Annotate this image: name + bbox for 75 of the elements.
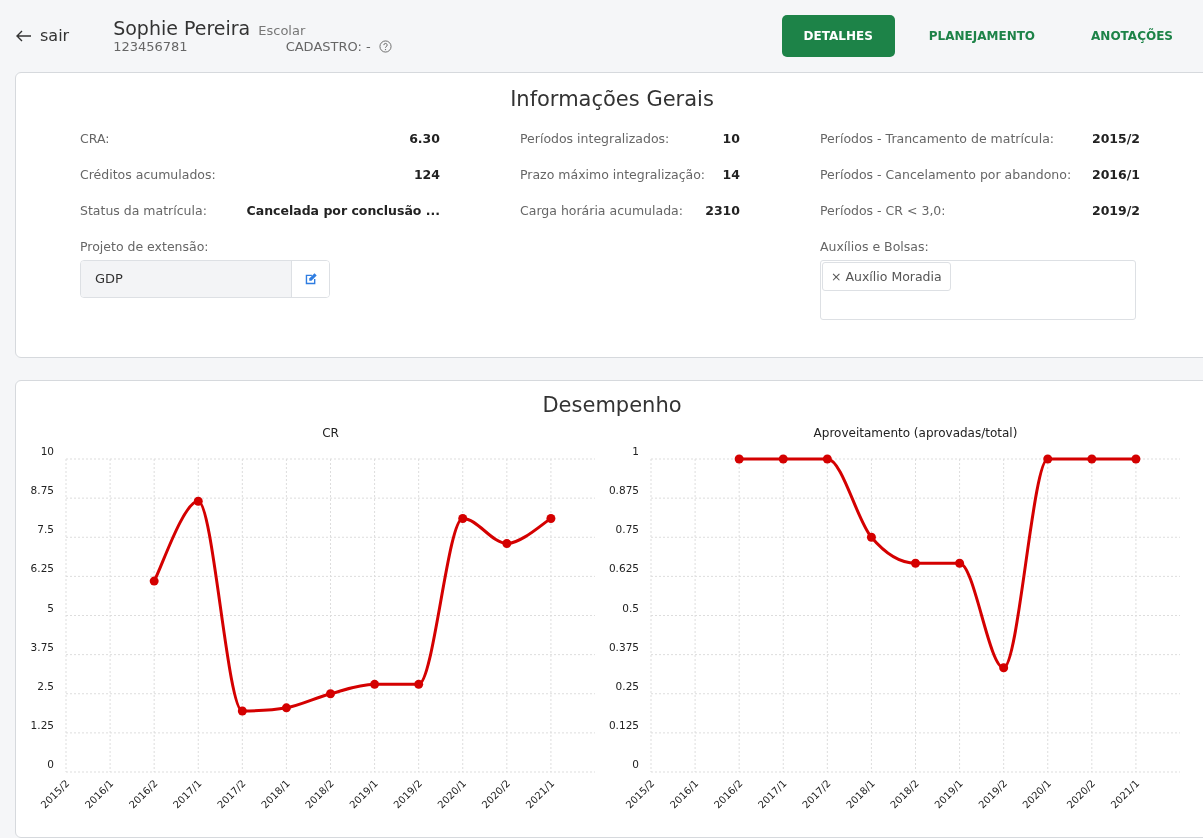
- y-tick-label: 0.25: [615, 679, 639, 692]
- nav-tab[interactable]: ANOTAÇÕES: [1069, 14, 1195, 57]
- nav-tab[interactable]: PLANEJAMENTO: [906, 14, 1058, 57]
- data-point: [866, 532, 876, 542]
- y-tick-label: 3.75: [30, 640, 54, 653]
- y-tick-label: 5: [47, 601, 54, 614]
- info-label: Status da matrícula:: [80, 202, 207, 218]
- data-point: [822, 454, 832, 464]
- data-point: [458, 513, 468, 523]
- student-id: 123456781: [113, 39, 188, 55]
- student-category: Escolar: [258, 23, 306, 39]
- data-point: [281, 703, 291, 713]
- cadastro-label: CADASTRO: -: [285, 39, 371, 55]
- data-point: [370, 679, 380, 689]
- data-point: [193, 496, 203, 506]
- tag-field[interactable]: × Auxílio Moradia: [820, 259, 1136, 320]
- y-tick-label: 8.75: [30, 484, 54, 497]
- info-label: Períodos integralizados:: [520, 130, 670, 146]
- data-point: [778, 454, 788, 464]
- data-point: [1131, 454, 1141, 464]
- data-point: [502, 539, 512, 548]
- data-point: [999, 663, 1009, 673]
- help-icon[interactable]: [378, 40, 392, 54]
- info-label: Períodos - CR < 3,0:: [820, 202, 946, 218]
- arrow-left-icon: [16, 29, 32, 42]
- y-tick-label: 1.25: [30, 718, 54, 731]
- info-value: 2019/2: [1091, 202, 1140, 218]
- info-label: Prazo máximo integralização:: [520, 166, 706, 182]
- y-tick-label: 0: [632, 758, 639, 770]
- data-point: [1043, 454, 1053, 464]
- back-label[interactable]: sair: [40, 26, 70, 46]
- data-point: [414, 679, 424, 689]
- y-tick-label: 0.5: [622, 601, 639, 614]
- data-point: [149, 576, 159, 586]
- data-point: [326, 689, 335, 699]
- info-label: Períodos - Trancamento de matrícula:: [820, 130, 1055, 146]
- info-value: 2310: [705, 202, 740, 218]
- y-tick-label: 0: [47, 758, 54, 770]
- info-value: 2015/2: [1091, 130, 1140, 146]
- student-name: Sophie Pereira: [113, 17, 251, 40]
- info-label: Carga horária acumulada:: [520, 202, 683, 218]
- card-title: Informações Gerais: [509, 86, 715, 111]
- data-point: [734, 454, 744, 464]
- info-label: Créditos acumulados:: [80, 166, 216, 182]
- info-value: 14: [722, 166, 740, 182]
- info-value: 124: [413, 166, 440, 182]
- info-label: CRA:: [80, 130, 110, 146]
- data-point: [911, 558, 920, 568]
- info-value: 2016/1: [1091, 166, 1140, 182]
- chart-title: CR: [322, 426, 339, 440]
- y-tick-label: 1: [632, 445, 639, 457]
- info-value: 6.30: [409, 130, 440, 146]
- y-tick-label: 0.125: [608, 718, 639, 731]
- card-title: Desempenho: [541, 393, 683, 417]
- data-point: [237, 706, 247, 716]
- y-tick-label: 0.75: [615, 523, 639, 536]
- y-tick-label: 0.625: [608, 562, 639, 575]
- aid-tag[interactable]: × Auxílio Moradia: [822, 261, 951, 291]
- field-label: Projeto de extensão:: [80, 238, 210, 254]
- data-point: [955, 558, 965, 568]
- info-value: Cancelada por conclusão ...: [246, 202, 440, 218]
- data-point: [546, 513, 556, 523]
- y-tick-label: 2.5: [37, 679, 54, 692]
- field-label: Auxílios e Bolsas:: [820, 238, 930, 254]
- nav-tab[interactable]: DETALHES: [781, 14, 895, 57]
- info-label: Períodos - Cancelamento por abandono:: [820, 166, 1072, 182]
- chart-title: Aproveitamento (aprovadas/total): [813, 426, 1018, 440]
- y-tick-label: 0.875: [608, 484, 639, 497]
- y-tick-label: 10: [40, 445, 54, 457]
- y-tick-label: 0.375: [608, 640, 639, 653]
- y-tick-label: 6.25: [30, 562, 54, 575]
- info-value: 10: [722, 130, 740, 146]
- y-tick-label: 7.5: [37, 523, 54, 536]
- back-button[interactable]: sair: [12, 22, 74, 50]
- data-point: [1087, 454, 1097, 464]
